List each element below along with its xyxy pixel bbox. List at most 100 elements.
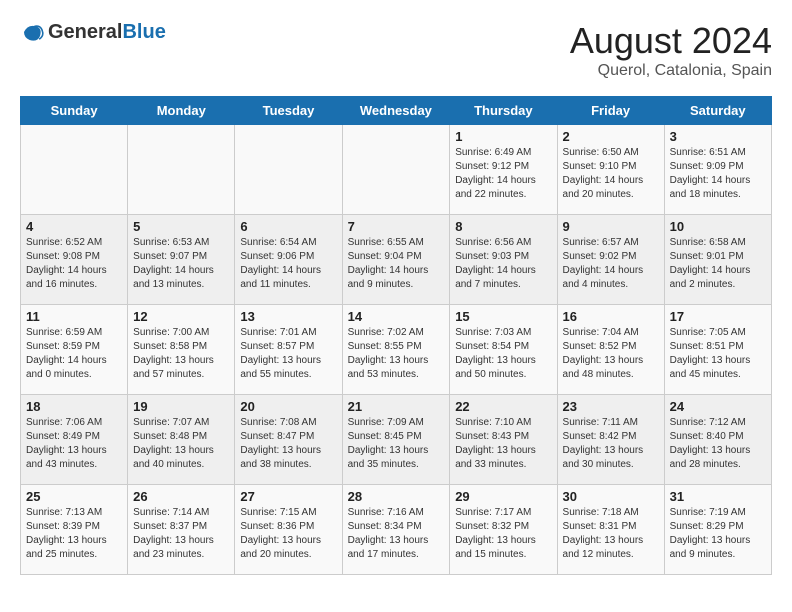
day-number: 21 (348, 399, 445, 414)
calendar-cell: 17 Sunrise: 7:05 AM Sunset: 8:51 PM Dayli… (664, 305, 771, 395)
calendar-cell: 13 Sunrise: 7:01 AM Sunset: 8:57 PM Dayli… (235, 305, 342, 395)
calendar-cell: 15 Sunrise: 7:03 AM Sunset: 8:54 PM Dayli… (450, 305, 557, 395)
day-number: 29 (455, 489, 551, 504)
day-info: Sunrise: 7:10 AM Sunset: 8:43 PM Dayligh… (455, 416, 551, 472)
calendar-cell: 20 Sunrise: 7:08 AM Sunset: 8:47 PM Dayli… (235, 395, 342, 485)
day-info: Sunrise: 7:15 AM Sunset: 8:36 PM Dayligh… (240, 506, 336, 562)
day-number: 24 (670, 399, 766, 414)
calendar-cell: 14 Sunrise: 7:02 AM Sunset: 8:55 PM Dayli… (342, 305, 450, 395)
day-info: Sunrise: 6:55 AM Sunset: 9:04 PM Dayligh… (348, 236, 445, 292)
day-info: Sunrise: 7:09 AM Sunset: 8:45 PM Dayligh… (348, 416, 445, 472)
day-info: Sunrise: 6:59 AM Sunset: 8:59 PM Dayligh… (26, 326, 122, 382)
calendar-cell: 3Sunrise: 6:51 AM Sunset: 9:09 PM Daylig… (664, 125, 771, 215)
weekday-header-row: SundayMondayTuesdayWednesdayThursdayFrid… (21, 97, 772, 125)
day-info: Sunrise: 7:17 AM Sunset: 8:32 PM Dayligh… (455, 506, 551, 562)
weekday-header-sunday: Sunday (21, 97, 128, 125)
day-number: 2 (563, 129, 659, 144)
day-number: 13 (240, 309, 336, 324)
day-number: 16 (563, 309, 659, 324)
day-info: Sunrise: 7:08 AM Sunset: 8:47 PM Dayligh… (240, 416, 336, 472)
title-area: August 2024 Querol, Catalonia, Spain (570, 20, 772, 80)
calendar-cell: 31Sunrise: 7:19 AM Sunset: 8:29 PM Dayli… (664, 485, 771, 575)
day-info: Sunrise: 6:58 AM Sunset: 9:01 PM Dayligh… (670, 236, 766, 292)
day-info: Sunrise: 6:56 AM Sunset: 9:03 PM Dayligh… (455, 236, 551, 292)
calendar-cell: 8 Sunrise: 6:56 AM Sunset: 9:03 PM Daylig… (450, 215, 557, 305)
day-info: Sunrise: 7:01 AM Sunset: 8:57 PM Dayligh… (240, 326, 336, 382)
calendar-cell: 22 Sunrise: 7:10 AM Sunset: 8:43 PM Dayli… (450, 395, 557, 485)
day-number: 19 (133, 399, 229, 414)
calendar-cell: 25 Sunrise: 7:13 AM Sunset: 8:39 PM Dayli… (21, 485, 128, 575)
weekday-header-friday: Friday (557, 97, 664, 125)
day-info: Sunrise: 6:50 AM Sunset: 9:10 PM Dayligh… (563, 146, 659, 202)
calendar-cell (128, 125, 235, 215)
day-number: 22 (455, 399, 551, 414)
day-number: 14 (348, 309, 445, 324)
day-number: 7 (348, 219, 445, 234)
day-number: 25 (26, 489, 122, 504)
day-number: 17 (670, 309, 766, 324)
day-info: Sunrise: 7:03 AM Sunset: 8:54 PM Dayligh… (455, 326, 551, 382)
calendar-cell: 21 Sunrise: 7:09 AM Sunset: 8:45 PM Dayli… (342, 395, 450, 485)
calendar-cell: 18 Sunrise: 7:06 AM Sunset: 8:49 PM Dayli… (21, 395, 128, 485)
day-number: 6 (240, 219, 336, 234)
calendar-cell: 6 Sunrise: 6:54 AM Sunset: 9:06 PM Daylig… (235, 215, 342, 305)
calendar-cell: 7 Sunrise: 6:55 AM Sunset: 9:04 PM Daylig… (342, 215, 450, 305)
calendar-week-5: 25 Sunrise: 7:13 AM Sunset: 8:39 PM Dayli… (21, 485, 772, 575)
calendar-cell: 24Sunrise: 7:12 AM Sunset: 8:40 PM Dayli… (664, 395, 771, 485)
day-info: Sunrise: 6:49 AM Sunset: 9:12 PM Dayligh… (455, 146, 551, 202)
calendar-week-4: 18 Sunrise: 7:06 AM Sunset: 8:49 PM Dayli… (21, 395, 772, 485)
day-number: 9 (563, 219, 659, 234)
calendar-cell: 16 Sunrise: 7:04 AM Sunset: 8:52 PM Dayli… (557, 305, 664, 395)
calendar-cell: 1 Sunrise: 6:49 AM Sunset: 9:12 PM Daylig… (450, 125, 557, 215)
day-number: 27 (240, 489, 336, 504)
day-number: 18 (26, 399, 122, 414)
calendar-cell: 27 Sunrise: 7:15 AM Sunset: 8:36 PM Dayli… (235, 485, 342, 575)
day-info: Sunrise: 7:14 AM Sunset: 8:37 PM Dayligh… (133, 506, 229, 562)
calendar-cell: 30Sunrise: 7:18 AM Sunset: 8:31 PM Dayli… (557, 485, 664, 575)
calendar-cell: 2 Sunrise: 6:50 AM Sunset: 9:10 PM Daylig… (557, 125, 664, 215)
logo: GeneralBlue (20, 20, 166, 44)
day-info: Sunrise: 6:57 AM Sunset: 9:02 PM Dayligh… (563, 236, 659, 292)
calendar-cell: 29 Sunrise: 7:17 AM Sunset: 8:32 PM Dayli… (450, 485, 557, 575)
day-number: 3 (670, 129, 766, 144)
calendar-cell: 5Sunrise: 6:53 AM Sunset: 9:07 PM Daylig… (128, 215, 235, 305)
day-info: Sunrise: 6:52 AM Sunset: 9:08 PM Dayligh… (26, 236, 122, 292)
day-info: Sunrise: 7:11 AM Sunset: 8:42 PM Dayligh… (563, 416, 659, 472)
day-number: 11 (26, 309, 122, 324)
page-subtitle: Querol, Catalonia, Spain (570, 62, 772, 80)
logo-icon (20, 20, 44, 44)
day-number: 15 (455, 309, 551, 324)
day-info: Sunrise: 6:54 AM Sunset: 9:06 PM Dayligh… (240, 236, 336, 292)
calendar-week-2: 4 Sunrise: 6:52 AM Sunset: 9:08 PM Daylig… (21, 215, 772, 305)
calendar-cell (342, 125, 450, 215)
day-number: 4 (26, 219, 122, 234)
calendar-cell: 19Sunrise: 7:07 AM Sunset: 8:48 PM Dayli… (128, 395, 235, 485)
page-title: August 2024 (570, 20, 772, 62)
logo-text-general: General (48, 21, 122, 43)
day-info: Sunrise: 7:18 AM Sunset: 8:31 PM Dayligh… (563, 506, 659, 562)
day-info: Sunrise: 7:00 AM Sunset: 8:58 PM Dayligh… (133, 326, 229, 382)
day-number: 20 (240, 399, 336, 414)
day-info: Sunrise: 7:16 AM Sunset: 8:34 PM Dayligh… (348, 506, 445, 562)
calendar-cell: 23Sunrise: 7:11 AM Sunset: 8:42 PM Dayli… (557, 395, 664, 485)
calendar-cell: 11 Sunrise: 6:59 AM Sunset: 8:59 PM Dayli… (21, 305, 128, 395)
weekday-header-wednesday: Wednesday (342, 97, 450, 125)
calendar-cell: 12Sunrise: 7:00 AM Sunset: 8:58 PM Dayli… (128, 305, 235, 395)
day-number: 28 (348, 489, 445, 504)
day-number: 8 (455, 219, 551, 234)
calendar-cell: 10Sunrise: 6:58 AM Sunset: 9:01 PM Dayli… (664, 215, 771, 305)
day-info: Sunrise: 7:06 AM Sunset: 8:49 PM Dayligh… (26, 416, 122, 472)
calendar-cell: 9 Sunrise: 6:57 AM Sunset: 9:02 PM Daylig… (557, 215, 664, 305)
calendar-cell: 28 Sunrise: 7:16 AM Sunset: 8:34 PM Dayli… (342, 485, 450, 575)
calendar-week-1: 1 Sunrise: 6:49 AM Sunset: 9:12 PM Daylig… (21, 125, 772, 215)
weekday-header-monday: Monday (128, 97, 235, 125)
day-number: 26 (133, 489, 229, 504)
day-info: Sunrise: 7:02 AM Sunset: 8:55 PM Dayligh… (348, 326, 445, 382)
day-info: Sunrise: 7:13 AM Sunset: 8:39 PM Dayligh… (26, 506, 122, 562)
calendar-table: SundayMondayTuesdayWednesdayThursdayFrid… (20, 96, 772, 575)
weekday-header-saturday: Saturday (664, 97, 771, 125)
day-number: 1 (455, 129, 551, 144)
day-info: Sunrise: 7:04 AM Sunset: 8:52 PM Dayligh… (563, 326, 659, 382)
day-info: Sunrise: 6:53 AM Sunset: 9:07 PM Dayligh… (133, 236, 229, 292)
day-info: Sunrise: 7:05 AM Sunset: 8:51 PM Dayligh… (670, 326, 766, 382)
